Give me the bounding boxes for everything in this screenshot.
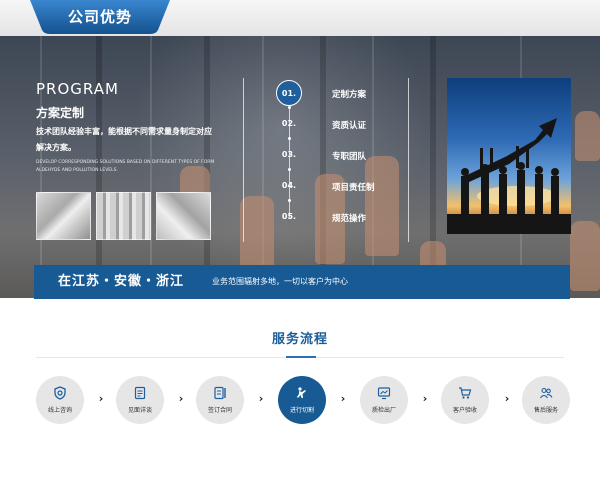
- tab-label: 公司优势: [67, 8, 132, 26]
- flow-step-consult[interactable]: 线上咨询: [36, 376, 84, 424]
- program-title: PROGRAM: [36, 80, 119, 98]
- users-icon: [540, 387, 553, 399]
- flow-step-label: 售后服务: [533, 407, 558, 414]
- chevron-right-icon: ›: [504, 392, 510, 405]
- step-number-04[interactable]: 04.: [276, 177, 302, 195]
- cutting-icon: [297, 387, 306, 398]
- document-icon: [134, 386, 146, 400]
- section-tab[interactable]: 公司优势: [30, 0, 170, 34]
- flow-step-label: 客户验收: [452, 407, 477, 414]
- chevron-right-icon: ›: [178, 392, 184, 405]
- region-banner: 在江苏・安徽・浙江 业务范围辐射多地，一切以客户为中心: [34, 265, 570, 299]
- flow-step-label: 线上咨询: [47, 407, 72, 414]
- hand-image: [240, 196, 274, 276]
- flow-step-contract[interactable]: 签订合同: [196, 376, 244, 424]
- service-title-underline: [286, 356, 316, 358]
- flow-step-label: 质检出厂: [371, 407, 396, 414]
- flow-step-acceptance[interactable]: 客户验收: [441, 376, 489, 424]
- chevron-right-icon: ›: [98, 392, 104, 405]
- monitor-icon: [377, 387, 391, 400]
- flow-step-label: 见面详谈: [127, 407, 152, 414]
- flow-step-after-sales[interactable]: 售后服务: [522, 376, 570, 424]
- banner-text: 业务范围辐射多地，一切以客户为中心: [212, 277, 348, 286]
- service-title: 服务流程: [271, 332, 328, 347]
- flow-step-label: 进行切割: [289, 407, 314, 414]
- flow-step-cutting[interactable]: 进行切割: [278, 376, 326, 424]
- step-number-05[interactable]: 05.: [276, 208, 302, 226]
- team-silhouette: [447, 118, 571, 234]
- program-description: 技术团队经验丰富，能根据不同需求量身制定对应解决方案。: [36, 127, 212, 152]
- metal-sheet-thumbnail[interactable]: [156, 192, 211, 240]
- step-number-03[interactable]: 03.: [276, 146, 302, 164]
- flow-step-inspection[interactable]: 质检出厂: [360, 376, 408, 424]
- step-number-01[interactable]: 01.: [276, 80, 302, 106]
- step-dot: [288, 168, 291, 171]
- step-dot: [288, 199, 291, 202]
- step-label-04[interactable]: 项目责任制: [332, 181, 375, 193]
- divider-line: [408, 78, 409, 242]
- step-number-02[interactable]: 02.: [276, 115, 302, 133]
- banner-title: 在江苏・安徽・浙江: [58, 274, 185, 289]
- program-subtitle: 方案定制: [36, 106, 85, 120]
- step-label-02[interactable]: 资质认证: [332, 119, 366, 131]
- step-dot: [288, 137, 291, 140]
- flow-step-meeting[interactable]: 见面详谈: [116, 376, 164, 424]
- metal-sheet-thumbnail[interactable]: [96, 192, 151, 240]
- step-label-01[interactable]: 定制方案: [332, 88, 366, 100]
- hand-image: [575, 111, 600, 161]
- hand-image: [570, 221, 600, 291]
- divider-line: [243, 78, 244, 242]
- hand-image: [365, 156, 399, 256]
- consult-icon: [54, 386, 66, 400]
- step-label-05[interactable]: 规范操作: [332, 212, 366, 224]
- contract-icon: [214, 386, 226, 400]
- chevron-right-icon: ›: [258, 392, 264, 405]
- cart-icon: [459, 387, 472, 399]
- chevron-right-icon: ›: [422, 392, 428, 405]
- metal-sheet-thumbnail[interactable]: [36, 192, 91, 240]
- step-label-03[interactable]: 专职团队: [332, 150, 366, 162]
- team-success-photo: [447, 78, 571, 234]
- program-english-description: DEVELOP CORRESPONDING SOLUTIONS BASED ON…: [36, 160, 215, 173]
- flow-step-label: 签订合同: [207, 407, 232, 414]
- chevron-right-icon: ›: [340, 392, 346, 405]
